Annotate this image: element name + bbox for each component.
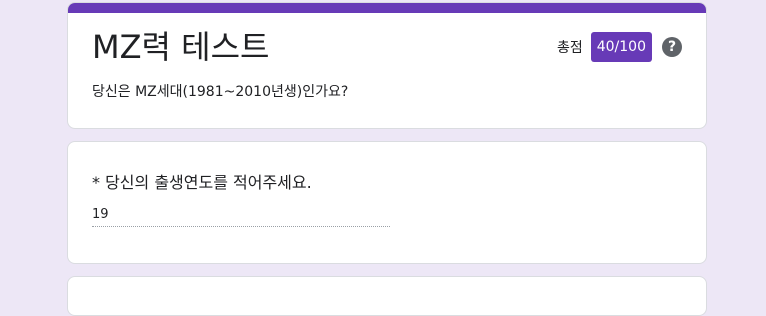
score-badge: 40/100 xyxy=(590,32,652,62)
score-label: 총점 xyxy=(556,40,583,56)
score-area: 총점 40/100 ? xyxy=(557,32,682,62)
help-icon[interactable]: ? xyxy=(662,37,682,57)
question-text: * 당신의 출생연도를 적어주세요. xyxy=(92,173,312,192)
next-question-card xyxy=(67,276,707,316)
form-header-card: MZ력 테스트 총점 40/100 ? 당신은 MZ세대(1981~2010년생… xyxy=(67,2,707,129)
form-description: 당신은 MZ세대(1981~2010년생)인가요? xyxy=(92,84,349,100)
answer-input[interactable]: 19 xyxy=(92,206,390,227)
header-accent-bar xyxy=(68,3,706,13)
question-card: * 당신의 출생연도를 적어주세요. 19 xyxy=(67,141,707,264)
form-title: MZ력 테스트 xyxy=(92,28,270,66)
answer-value: 19 xyxy=(92,207,109,222)
